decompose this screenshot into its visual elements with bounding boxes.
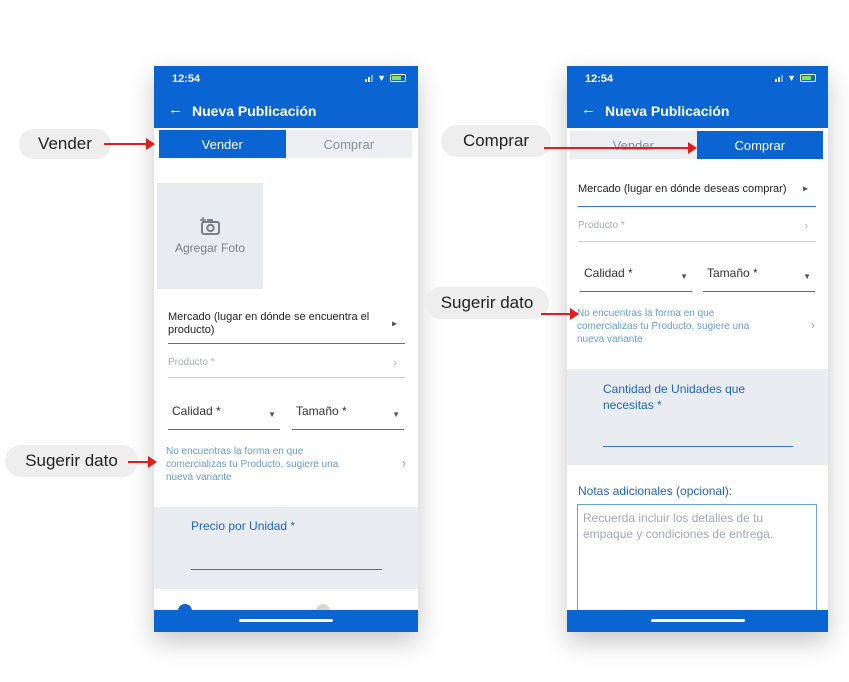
callout-arrow [541, 313, 572, 315]
callout-vender: Vender [19, 129, 111, 159]
mode-toggle: Vender Comprar [159, 130, 412, 158]
chevron-right-icon: › [402, 456, 406, 470]
callout-arrow [544, 147, 690, 149]
price-label: Precio por Unidad * [191, 519, 296, 533]
arrow-right-icon [570, 308, 579, 320]
callout-comprar: Comprar [441, 125, 551, 157]
battery-icon [390, 74, 406, 82]
home-indicator-bar [567, 610, 828, 632]
status-bar: 12:54 ▼ [567, 66, 828, 94]
market-field[interactable]: Mercado (lugar en dónde se encuentra el … [168, 304, 405, 344]
arrow-right-icon [146, 138, 155, 150]
page-title: Nueva Publicación [192, 103, 317, 119]
callout-sugerir-right: Sugerir dato [425, 287, 549, 319]
market-field[interactable]: Mercado (lugar en dónde deseas comprar) … [578, 172, 816, 207]
chevron-right-icon: › [811, 318, 815, 332]
chevron-right-icon: › [393, 357, 397, 368]
quality-select[interactable]: Calidad * ▼ [168, 404, 280, 430]
left-phone-screen: 12:54 ▼ ← Nueva Publicación Vender Compr… [154, 66, 418, 632]
chevron-right-icon: ▸ [391, 318, 397, 329]
price-section: Precio por Unidad * [154, 507, 418, 589]
arrow-right-icon [688, 142, 697, 154]
home-indicator-bar [154, 610, 418, 632]
suggest-text: No encuentras la forma en que comerciali… [166, 446, 339, 483]
signal-icon [365, 74, 374, 82]
chevron-down-icon: ▼ [803, 272, 811, 281]
suggest-variant-link[interactable]: No encuentras la forma en que comerciali… [166, 445, 406, 484]
quantity-label: Cantidad de Unidades que necesitas * [603, 382, 746, 412]
battery-icon [800, 74, 816, 82]
market-label: Mercado (lugar en dónde se encuentra el … [168, 310, 370, 336]
size-label: Tamaño * [296, 404, 347, 418]
suggest-variant-link[interactable]: No encuentras la forma en que comerciali… [577, 307, 815, 346]
notes-label: Notas adicionales (opcional): [578, 484, 733, 498]
page-title: Nueva Publicación [605, 103, 730, 119]
market-label: Mercado (lugar en dónde deseas comprar) [578, 183, 787, 195]
app-header: ← Nueva Publicación [154, 94, 418, 128]
callout-sugerir-left: Sugerir dato [5, 445, 138, 477]
status-time: 12:54 [172, 73, 201, 85]
chevron-right-icon: ▸ [802, 183, 808, 195]
arrow-left-icon[interactable]: ← [168, 102, 183, 117]
notes-textarea[interactable]: Recuerda incluir los detalles de tu empa… [577, 504, 817, 614]
add-photo-label: Agregar Foto [174, 241, 246, 255]
price-input[interactable] [191, 569, 382, 570]
right-phone-screen: 12:54 ▼ ← Nueva Publicación Vender Compr… [567, 66, 828, 632]
add-photo-button[interactable]: Agregar Foto [157, 183, 263, 289]
tab-vender[interactable]: Vender [159, 130, 286, 158]
wifi-icon: ▼ [377, 73, 386, 83]
quantity-input[interactable] [603, 446, 793, 447]
tab-comprar[interactable]: Comprar [285, 130, 412, 158]
wifi-icon: ▼ [787, 73, 796, 83]
chevron-down-icon: ▼ [392, 410, 400, 419]
notes-placeholder: Recuerda incluir los detalles de tu empa… [583, 511, 774, 541]
callout-arrow [104, 143, 148, 145]
signal-icon [775, 74, 784, 82]
status-bar: 12:54 ▼ [154, 66, 418, 94]
callout-arrow [128, 461, 150, 463]
arrow-left-icon[interactable]: ← [581, 102, 596, 117]
tab-comprar[interactable]: Comprar [696, 131, 823, 159]
arrow-right-icon [148, 456, 157, 468]
chevron-down-icon: ▼ [680, 272, 688, 281]
chevron-right-icon: › [804, 220, 808, 231]
size-label: Tamaño * [707, 266, 758, 280]
chevron-down-icon: ▼ [268, 410, 276, 419]
status-time: 12:54 [585, 73, 614, 85]
product-placeholder: Producto * [168, 357, 215, 368]
quantity-section: Cantidad de Unidades que necesitas * [567, 369, 828, 465]
quality-label: Calidad * [172, 404, 221, 418]
suggest-text: No encuentras la forma en que comerciali… [577, 308, 750, 345]
product-field[interactable]: Producto * › [168, 348, 405, 378]
quality-label: Calidad * [584, 266, 633, 280]
size-select[interactable]: Tamaño * ▼ [703, 266, 815, 292]
product-field[interactable]: Producto * › [578, 210, 816, 242]
camera-add-icon [200, 217, 220, 235]
size-select[interactable]: Tamaño * ▼ [292, 404, 404, 430]
quality-select[interactable]: Calidad * ▼ [580, 266, 692, 292]
product-placeholder: Producto * [578, 220, 625, 231]
tab-vender[interactable]: Vender [570, 131, 697, 159]
app-header: ← Nueva Publicación [567, 94, 828, 128]
